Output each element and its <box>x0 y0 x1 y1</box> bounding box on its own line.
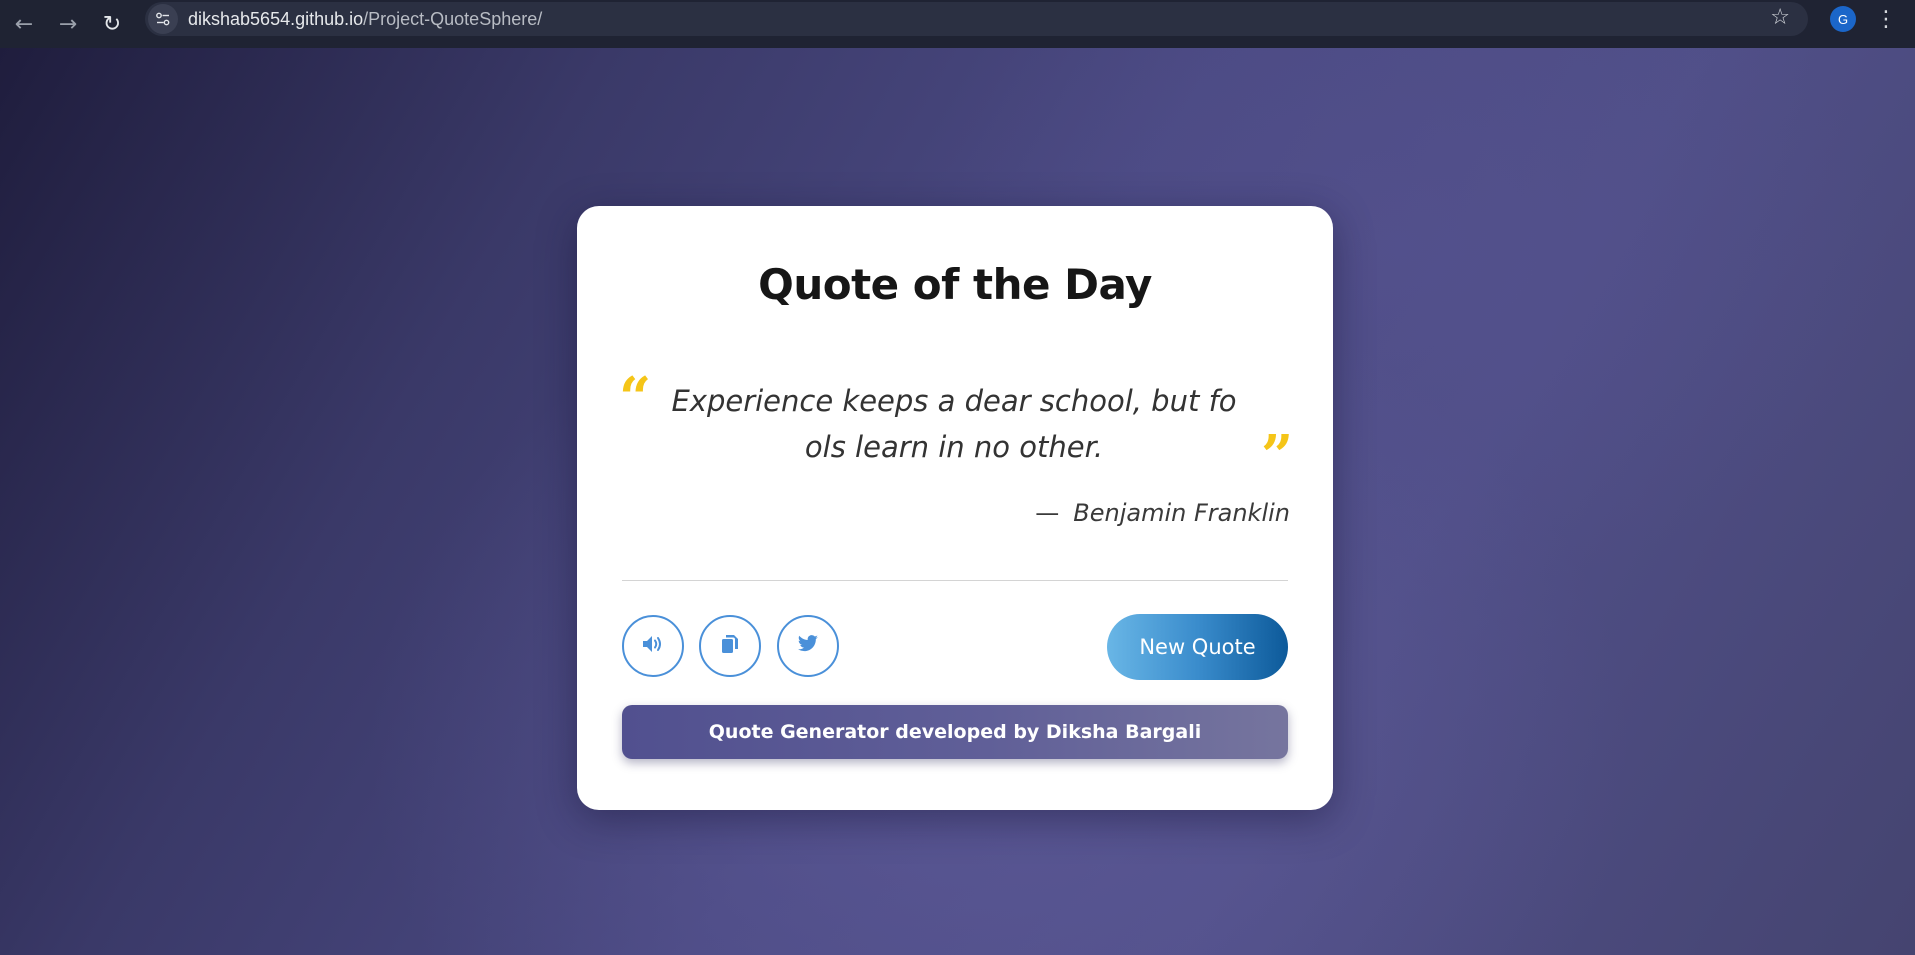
page-title: Quote of the Day <box>758 260 1152 309</box>
reload-icon[interactable]: ↻ <box>90 6 134 42</box>
quote-text: Experience keeps a dear school, but fool… <box>671 384 1237 464</box>
forward-arrow-icon[interactable]: → <box>46 6 90 42</box>
tweet-button[interactable] <box>777 615 839 677</box>
author-name: Benjamin Franklin <box>1073 499 1290 527</box>
url-host: dikshab5654.github.io <box>188 8 364 29</box>
footer-credit: Quote Generator developed by Diksha Barg… <box>622 705 1288 759</box>
address-bar[interactable]: dikshab5654.github.io/Project-QuoteSpher… <box>145 2 1808 36</box>
copy-icon <box>720 633 740 659</box>
url-text: dikshab5654.github.io/Project-QuoteSpher… <box>188 9 542 30</box>
quote-card: Quote of the Day “ Experience keeps a de… <box>577 206 1333 810</box>
back-arrow-icon[interactable]: ← <box>2 6 46 42</box>
bookmark-star-icon[interactable]: ☆ <box>1770 5 1790 30</box>
divider <box>622 580 1288 581</box>
twitter-icon <box>797 635 819 657</box>
quote-author: — Benjamin Franklin <box>1035 499 1290 527</box>
speaker-icon <box>641 634 665 658</box>
speak-button[interactable] <box>622 615 684 677</box>
browser-toolbar: ← → ↻ dikshab5654.github.io/Project-Quot… <box>0 0 1915 48</box>
copy-button[interactable] <box>699 615 761 677</box>
open-quote-icon: “ <box>619 365 652 431</box>
new-quote-button[interactable]: New Quote <box>1107 614 1288 680</box>
close-quote-icon: ” <box>1261 423 1294 489</box>
kebab-menu-icon[interactable]: ⋮ <box>1875 4 1897 34</box>
profile-avatar[interactable]: G <box>1830 6 1856 32</box>
url-path: /Project-QuoteSphere/ <box>363 8 543 29</box>
site-info-icon[interactable] <box>148 4 178 34</box>
page-background: Quote of the Day “ Experience keeps a de… <box>0 48 1915 955</box>
author-dash: — <box>1035 499 1060 527</box>
